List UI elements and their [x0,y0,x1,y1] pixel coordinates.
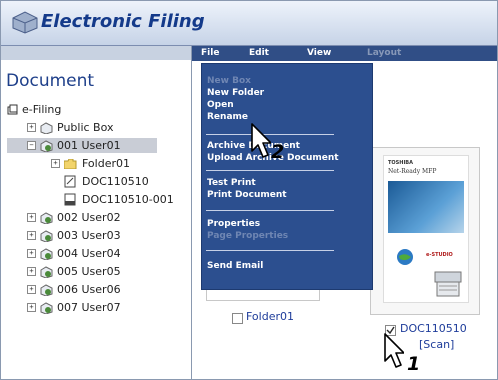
expand-icon[interactable]: + [27,231,36,240]
thumbnail-product: Net-Ready MFP [388,168,437,175]
folder-link[interactable]: Folder01 [246,310,294,323]
menu-file[interactable]: File [201,46,219,61]
expand-icon[interactable]: + [27,303,36,312]
globe-icon [397,249,413,265]
tree-item-label: 003 User03 [57,229,121,242]
menu-layout: Layout [367,48,402,58]
mouse-pointer-icon [384,333,404,368]
expand-icon[interactable]: + [27,249,36,258]
document-icon [64,175,76,188]
expand-icon[interactable]: + [27,267,36,276]
thumbnail-brand: TOSHIBA [388,160,413,166]
document-type-label: [Scan] [419,338,455,351]
menu-item-print-document[interactable]: Print Document [207,190,287,200]
tree-item-label: DOC110510-001 [82,193,174,206]
document-icon [64,193,76,206]
menu-item-send-email[interactable]: Send Email [207,261,263,271]
expand-icon[interactable]: + [27,123,36,132]
menu-edit[interactable]: Edit [249,46,269,61]
menu-view[interactable]: View [307,46,331,61]
public-box-icon [40,122,53,134]
app-window: Electronic Filing Document e-Filing + Pu… [0,0,498,380]
left-panel-header [1,46,191,60]
efiling-root-icon [7,104,18,115]
folder-icon [64,159,77,169]
tree-item-label: DOC110510 [82,175,149,188]
step-2-callout: 2 [271,141,285,163]
tree-item-label: Public Box [57,121,114,134]
tree-item-label: e-Filing [22,103,62,116]
menu-item-new-folder[interactable]: New Folder [207,88,264,98]
tree-item-label: 006 User06 [57,283,121,296]
expand-icon[interactable]: + [27,213,36,222]
panel-title: Document [6,71,95,91]
tree-item-label: 005 User05 [57,265,121,278]
user-box-icon [40,230,53,242]
collapse-icon[interactable]: − [27,141,36,150]
user-box-icon [40,284,53,296]
file-menu-dropdown: New Box New Folder Open Rename Archive D… [201,63,373,290]
step-1-callout: 1 [407,353,421,375]
efiling-logo-icon [12,11,38,34]
expand-icon[interactable]: + [51,159,60,168]
menu-item-new-box: New Box [207,76,251,86]
menu-item-test-print[interactable]: Test Print [207,178,256,188]
thumbnail-photo [388,181,464,233]
menu-item-rename[interactable]: Rename [207,112,248,122]
menu-bar: File Edit View Layout [192,46,497,61]
document-link[interactable]: DOC110510 [400,322,467,335]
menu-separator [206,170,334,171]
tree-item-label: Folder01 [82,157,130,170]
mfp-device-icon [434,271,462,297]
thumbnail-badge: e-STUDIO [426,252,453,258]
menu-item-properties[interactable]: Properties [207,219,260,229]
tree-item-label: 001 User01 [57,139,121,152]
tree-item-label: 007 User07 [57,301,121,314]
user-box-icon [40,266,53,278]
document-thumbnail-box[interactable]: TOSHIBA Net-Ready MFP e-STUDIO [370,147,480,315]
user-box-icon [40,302,53,314]
folder-checkbox[interactable] [232,313,243,324]
menu-separator [206,250,334,251]
menu-item-page-properties: Page Properties [207,231,289,241]
app-title: Electronic Filing [41,11,205,32]
user-box-icon [40,248,53,260]
expand-icon[interactable]: + [27,285,36,294]
user-box-icon [40,140,53,152]
user-box-icon [40,212,53,224]
tree-item-label: 002 User02 [57,211,121,224]
tree-item-label: 004 User04 [57,247,121,260]
mouse-pointer-icon [251,123,271,158]
document-thumbnail: TOSHIBA Net-Ready MFP e-STUDIO [383,155,469,303]
title-bar: Electronic Filing [1,1,497,46]
menu-item-open[interactable]: Open [207,100,234,110]
menu-separator [206,210,334,211]
